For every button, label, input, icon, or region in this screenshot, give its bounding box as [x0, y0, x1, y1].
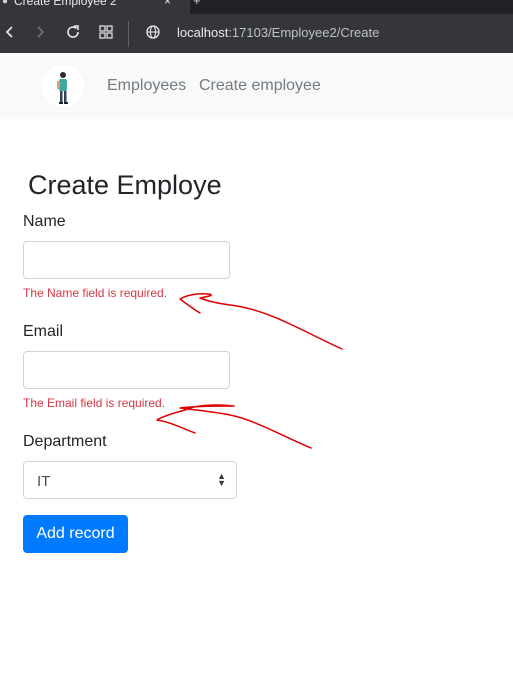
add-record-button[interactable]: Add record: [23, 515, 128, 553]
address-bar[interactable]: localhost:17103/Employee2/Create: [177, 25, 379, 40]
email-error-message: The Email field is required.: [23, 396, 166, 410]
apps-grid-icon[interactable]: [96, 22, 116, 42]
annotation-arrow-email: [156, 404, 312, 449]
nav-link-employees[interactable]: Employees: [107, 77, 186, 95]
app-navbar: Employees Create employee: [0, 53, 513, 119]
forward-icon[interactable]: [30, 22, 50, 42]
name-error-message: The Name field is required.: [23, 286, 168, 300]
nav-link-create-employee[interactable]: Create employee: [199, 77, 321, 95]
toolbar-divider: [128, 21, 129, 47]
annotation-arrow-name: [179, 293, 343, 350]
globe-icon[interactable]: [143, 22, 163, 42]
brand-logo[interactable]: [42, 65, 84, 107]
email-input[interactable]: [23, 351, 230, 389]
page-title: Create Employe: [28, 170, 222, 200]
browser-tab-strip: ● Create Employee 2 × +: [0, 0, 513, 14]
url-path: :17103/Employee2/Create: [228, 25, 380, 40]
back-icon[interactable]: [0, 22, 20, 42]
tab-title: Create Employee 2: [14, 0, 117, 8]
browser-tab[interactable]: ● Create Employee 2 ×: [0, 0, 190, 14]
name-input[interactable]: [23, 241, 230, 279]
page-icon: ●: [2, 0, 9, 7]
close-tab-icon[interactable]: ×: [164, 0, 171, 8]
select-arrows-icon: ▲ ▼: [217, 471, 226, 488]
department-label: Department: [23, 433, 107, 450]
browser-toolbar: localhost:17103/Employee2/Create: [0, 14, 513, 53]
person-logo-icon: [57, 72, 68, 104]
email-label: Email: [23, 323, 64, 340]
name-label: Name: [23, 213, 66, 230]
reload-icon[interactable]: [63, 22, 83, 42]
department-selected-value: IT: [37, 473, 51, 490]
department-select[interactable]: IT ▲ ▼: [23, 461, 237, 499]
url-host: localhost: [177, 25, 229, 40]
new-tab-icon[interactable]: +: [193, 0, 201, 8]
